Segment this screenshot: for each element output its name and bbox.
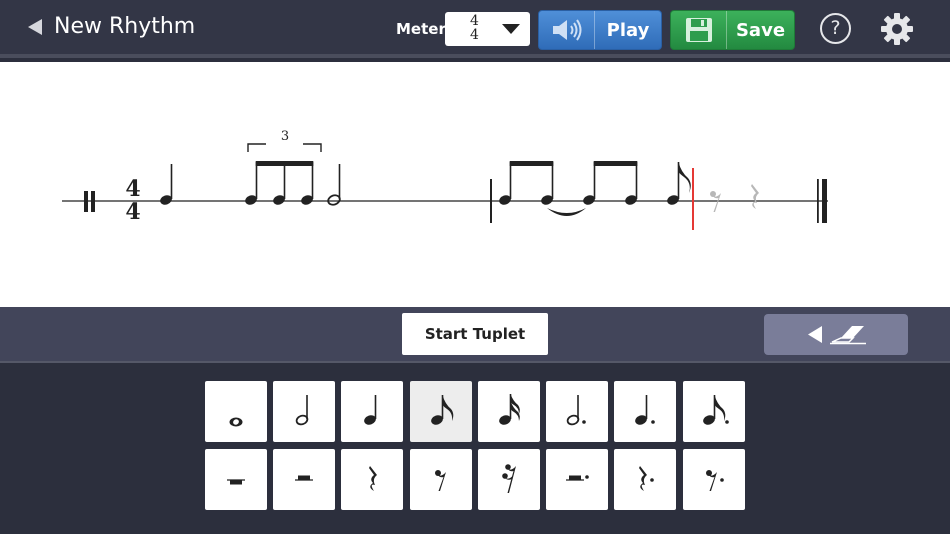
meter-numerator: 4 xyxy=(470,13,479,29)
palette-eighth-note[interactable] xyxy=(410,381,472,442)
half-note[interactable] xyxy=(327,164,341,206)
tie xyxy=(547,208,586,216)
palette-whole-note[interactable] xyxy=(205,381,267,442)
palette-dotted-eighth-note[interactable] xyxy=(683,381,745,442)
dotted-quarter-rest-icon xyxy=(639,466,654,491)
back-button[interactable]: New Rhythm xyxy=(28,14,195,39)
palette-half-rest[interactable] xyxy=(273,449,335,510)
eighth-note[interactable] xyxy=(666,162,691,206)
dotted-half-rest-icon xyxy=(566,475,589,481)
eraser-icon xyxy=(808,326,866,345)
save-label: Save xyxy=(735,19,786,41)
note-palette xyxy=(0,365,950,534)
quarter-note-icon xyxy=(364,395,377,425)
save-button[interactable]: Save xyxy=(670,10,795,50)
eighth-rest-icon xyxy=(435,470,446,491)
final-barline xyxy=(817,179,827,223)
palette-dotted-quarter-rest[interactable] xyxy=(614,449,676,510)
palette-dotted-half-rest[interactable] xyxy=(546,449,608,510)
sixteenth-note-icon xyxy=(499,394,520,425)
whole-rest-icon xyxy=(227,479,245,485)
tuplet-bracket: 3 xyxy=(247,129,322,152)
quarter-rest-placeholder xyxy=(751,184,759,209)
palette-quarter-note[interactable] xyxy=(341,381,403,442)
palette-whole-rest[interactable] xyxy=(205,449,267,510)
palette-sixteenth-rest[interactable] xyxy=(478,449,540,510)
page-title: New Rhythm xyxy=(54,14,196,39)
quarter-rest-icon xyxy=(369,466,377,491)
eighth-note-group[interactable] xyxy=(498,161,554,206)
top-bar: New Rhythm Meter 4 4 Play Save ? xyxy=(0,0,950,58)
eighth-note-icon xyxy=(431,395,454,425)
back-arrow-icon xyxy=(28,18,42,35)
tuplet-number: 3 xyxy=(281,129,289,144)
meter-dropdown[interactable]: 4 4 xyxy=(445,12,530,46)
palette-eighth-rest[interactable] xyxy=(410,449,472,510)
edit-toolbar: Start Tuplet xyxy=(0,307,950,363)
palette-quarter-rest[interactable] xyxy=(341,449,403,510)
gear-icon[interactable] xyxy=(880,12,914,46)
backspace-eraser-button[interactable] xyxy=(764,314,908,355)
time-signature-denominator: 4 xyxy=(125,199,140,225)
floppy-disk-icon xyxy=(671,11,727,49)
score-area[interactable]: 4 4 3 xyxy=(0,62,950,307)
eighth-note-group[interactable] xyxy=(582,161,638,206)
palette-sixteenth-note[interactable] xyxy=(478,381,540,442)
speaker-icon xyxy=(539,11,595,49)
half-note-icon xyxy=(295,395,309,426)
start-tuplet-button[interactable]: Start Tuplet xyxy=(402,313,548,355)
palette-dotted-eighth-rest[interactable] xyxy=(683,449,745,510)
sixteenth-rest-icon xyxy=(502,464,516,493)
dotted-eighth-rest-icon xyxy=(706,470,724,491)
meter-value: 4 4 xyxy=(470,14,479,42)
half-rest-icon xyxy=(295,475,313,481)
play-button[interactable]: Play xyxy=(538,10,662,50)
palette-dotted-half-note[interactable] xyxy=(546,381,608,442)
chevron-down-icon xyxy=(502,24,520,34)
dotted-eighth-note-icon xyxy=(703,395,729,425)
palette-dotted-quarter-note[interactable] xyxy=(614,381,676,442)
whole-note-icon xyxy=(229,417,243,427)
dotted-quarter-note-icon xyxy=(635,395,655,425)
meter-denominator: 4 xyxy=(470,27,479,43)
help-icon[interactable]: ? xyxy=(820,13,851,44)
rhythm-editor: New Rhythm Meter 4 4 Play Save ? 4 4 3 S… xyxy=(0,0,950,534)
play-label: Play xyxy=(606,19,650,41)
dotted-half-note-icon xyxy=(566,395,586,426)
quarter-note[interactable] xyxy=(159,164,173,206)
eighth-note-triplet[interactable] xyxy=(244,161,314,206)
meter-label: Meter xyxy=(396,20,446,38)
palette-half-note[interactable] xyxy=(273,381,335,442)
